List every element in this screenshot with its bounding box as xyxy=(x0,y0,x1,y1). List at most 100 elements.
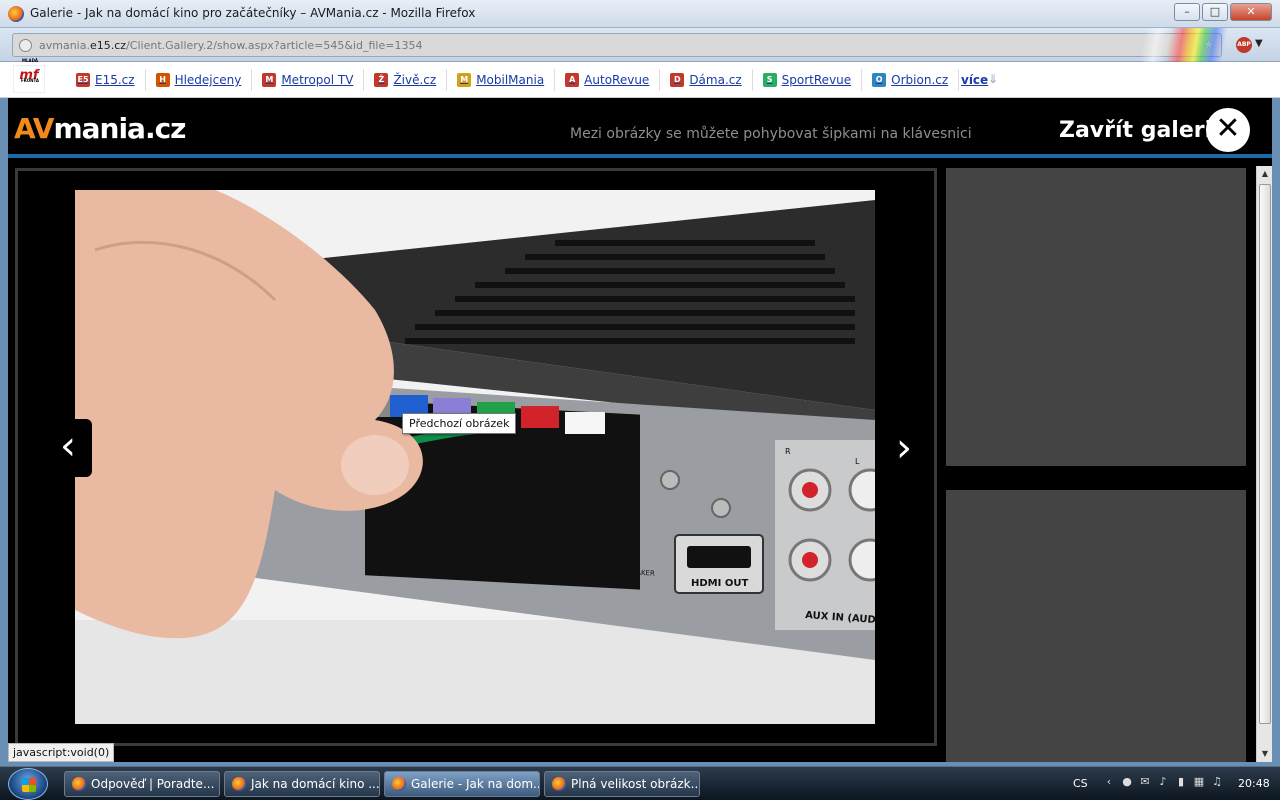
speaker-muted-icon[interactable]: ♪ xyxy=(1156,775,1170,789)
firefox-icon xyxy=(8,6,24,22)
orbion-icon: O xyxy=(872,73,887,87)
url-path: /Client.Gallery.2/show.aspx?article=545&… xyxy=(126,39,423,52)
hledejceny-icon: H xyxy=(155,73,170,87)
logo-subtext: MLADÁ FRONTA xyxy=(20,58,40,83)
label-r: R xyxy=(561,539,567,549)
bookmark-label: AutoRevue xyxy=(584,73,650,87)
task-label: Galerie - Jak na dom... xyxy=(411,777,540,791)
firefox-icon xyxy=(392,777,406,791)
close-gallery-label[interactable]: Zavřít galerii xyxy=(1059,118,1220,143)
bookmark-label: Metropol TV xyxy=(281,73,354,87)
gallery-photo[interactable]: SURROUND SL WOOFER C R FRONT L CAUTION :… xyxy=(75,190,875,724)
next-image-button[interactable]: › xyxy=(882,421,926,477)
close-window-button[interactable]: ✕ xyxy=(1230,3,1272,21)
scroll-down-icon[interactable]: ▼ xyxy=(1257,746,1273,762)
dama-icon: D xyxy=(670,73,685,87)
firefox-icon xyxy=(72,777,86,791)
bookmark-label: Hledejceny xyxy=(174,73,242,87)
mlada-fronta-logo[interactable]: mf MLADÁ FRONTA xyxy=(13,58,45,93)
previous-image-button[interactable]: ‹ xyxy=(44,419,92,477)
arrow-down-icon[interactable]: ⇓ xyxy=(988,72,998,86)
bookmark-mobilmania[interactable]: M MobilMania xyxy=(447,69,556,91)
task-label: Odpověď | Poradte... xyxy=(91,777,215,791)
windows-taskbar: Odpověď | Poradte... Jak na domácí kino … xyxy=(0,766,1280,800)
window-title: Galerie - Jak na domácí kino pro začáteč… xyxy=(30,6,476,20)
bookmarks-toolbar: mf MLADÁ FRONTA E5 E15.cz H Hledejceny M Met… xyxy=(0,58,1280,98)
window-controls: – □ ✕ xyxy=(1174,3,1272,21)
window-titlebar: Galerie - Jak na domácí kino pro začáteč… xyxy=(0,0,1280,28)
scroll-up-icon[interactable]: ▲ xyxy=(1257,166,1273,182)
bookmark-label: SportRevue xyxy=(781,73,852,87)
receiver-photo-illustration: SURROUND SL WOOFER C R FRONT L CAUTION :… xyxy=(75,190,875,724)
volume-icon[interactable]: ♫ xyxy=(1210,775,1224,789)
url-prefix: avmania. xyxy=(39,39,90,52)
bookmark-metropol-tv[interactable]: M Metropol TV xyxy=(252,69,365,91)
bookmark-label: Dáma.cz xyxy=(689,73,742,87)
tray-app-icon[interactable]: ● xyxy=(1120,775,1134,789)
sportrevue-icon: S xyxy=(762,73,777,87)
ad-slot-bottom xyxy=(946,490,1246,762)
language-indicator[interactable]: CS xyxy=(1073,777,1088,790)
tray-expand-icon[interactable]: ‹ xyxy=(1102,775,1116,789)
bookmark-label: E15.cz xyxy=(95,73,135,87)
bookmark-sportrevue[interactable]: S SportRevue xyxy=(753,69,863,91)
navigation-bar: avmania.e15.cz/Client.Gallery.2/show.asp… xyxy=(0,28,1280,62)
label-surround: SURROUND xyxy=(387,521,439,531)
zive-icon: Ž xyxy=(374,73,389,87)
bookmarks-more-link[interactable]: více xyxy=(961,73,988,87)
url-bar[interactable]: avmania.e15.cz/Client.Gallery.2/show.asp… xyxy=(12,33,1222,57)
persona-prism-decoration xyxy=(1108,28,1228,62)
e15-icon: E5 xyxy=(76,73,90,87)
label-c: C xyxy=(523,527,529,537)
adblock-icon[interactable]: ABP xyxy=(1236,37,1252,53)
bookmark-label: Živě.cz xyxy=(393,73,437,87)
bookmark-orbion[interactable]: O Orbion.cz xyxy=(862,69,960,91)
gallery-header: AVmania.cz Mezi obrázky se můžete pohybo… xyxy=(8,98,1272,158)
battery-icon[interactable]: ▮ xyxy=(1174,775,1188,789)
scroll-thumb[interactable] xyxy=(1259,184,1271,724)
bookmark-e15[interactable]: E5 E15.cz xyxy=(66,69,146,91)
maximize-button[interactable]: □ xyxy=(1202,3,1228,21)
mobilmania-icon: M xyxy=(457,73,472,87)
bookmark-autorevue[interactable]: A AutoRevue xyxy=(555,69,661,91)
ad-slot-top xyxy=(946,168,1246,466)
system-tray: ‹ ● ✉ ♪ ▮ ▦ ♫ xyxy=(1102,775,1224,789)
network-icon[interactable]: ▦ xyxy=(1192,775,1206,789)
autorevue-icon: A xyxy=(565,73,580,87)
bookmark-zive[interactable]: Ž Živě.cz xyxy=(364,69,448,91)
close-gallery-icon[interactable]: ✕ xyxy=(1206,108,1250,152)
label-sl: SL xyxy=(467,523,478,533)
url-text: avmania.e15.cz/Client.Gallery.2/show.asp… xyxy=(39,39,422,52)
taskbar-item-odpoved[interactable]: Odpověď | Poradte... xyxy=(64,771,220,797)
metropol-icon: M xyxy=(262,73,277,87)
label-woofer: WOOFER xyxy=(463,533,503,543)
windows-logo-icon xyxy=(22,778,36,792)
task-label: Jak na domácí kino ... xyxy=(251,777,380,791)
taskbar-item-plna-velikost[interactable]: Plná velikost obrázk... xyxy=(544,771,700,797)
bookmark-hledejceny[interactable]: H Hledejceny xyxy=(146,69,253,91)
keyboard-hint: Mezi obrázky se můžete pohybovat šipkami… xyxy=(570,126,972,142)
gallery-page: AVmania.cz Mezi obrázky se můžete pohybo… xyxy=(8,98,1272,762)
label-aux-r: R xyxy=(785,447,791,456)
logo-rest: mania.cz xyxy=(53,112,186,145)
adblock-dropdown-icon[interactable]: ▼ xyxy=(1255,38,1263,49)
taskbar-clock[interactable]: 20:48 xyxy=(1238,777,1270,790)
label-hdmi: HDMI OUT xyxy=(691,578,748,589)
bookmark-dama[interactable]: D Dáma.cz xyxy=(660,69,753,91)
firefox-icon xyxy=(552,777,566,791)
label-aux-l: L xyxy=(855,457,860,466)
taskbar-item-galerie[interactable]: Galerie - Jak na dom... xyxy=(384,771,540,797)
task-label: Plná velikost obrázk... xyxy=(571,777,700,791)
minimize-button[interactable]: – xyxy=(1174,3,1200,21)
bookmark-label: Orbion.cz xyxy=(891,73,949,87)
bookmark-label: MobilMania xyxy=(476,73,545,87)
logo-av: AV xyxy=(14,112,54,145)
taskbar-item-jak-na-domaci-kino[interactable]: Jak na domácí kino ... xyxy=(224,771,380,797)
status-bar-text: javascript:void(0) xyxy=(8,743,115,762)
image-viewer: SURROUND SL WOOFER C R FRONT L CAUTION :… xyxy=(15,168,937,746)
start-button[interactable] xyxy=(8,768,48,800)
avmania-logo[interactable]: AVmania.cz xyxy=(14,112,186,145)
url-domain: e15.cz xyxy=(89,39,127,52)
page-scrollbar[interactable]: ▲ ▼ xyxy=(1256,166,1272,762)
mail-icon[interactable]: ✉ xyxy=(1138,775,1152,789)
